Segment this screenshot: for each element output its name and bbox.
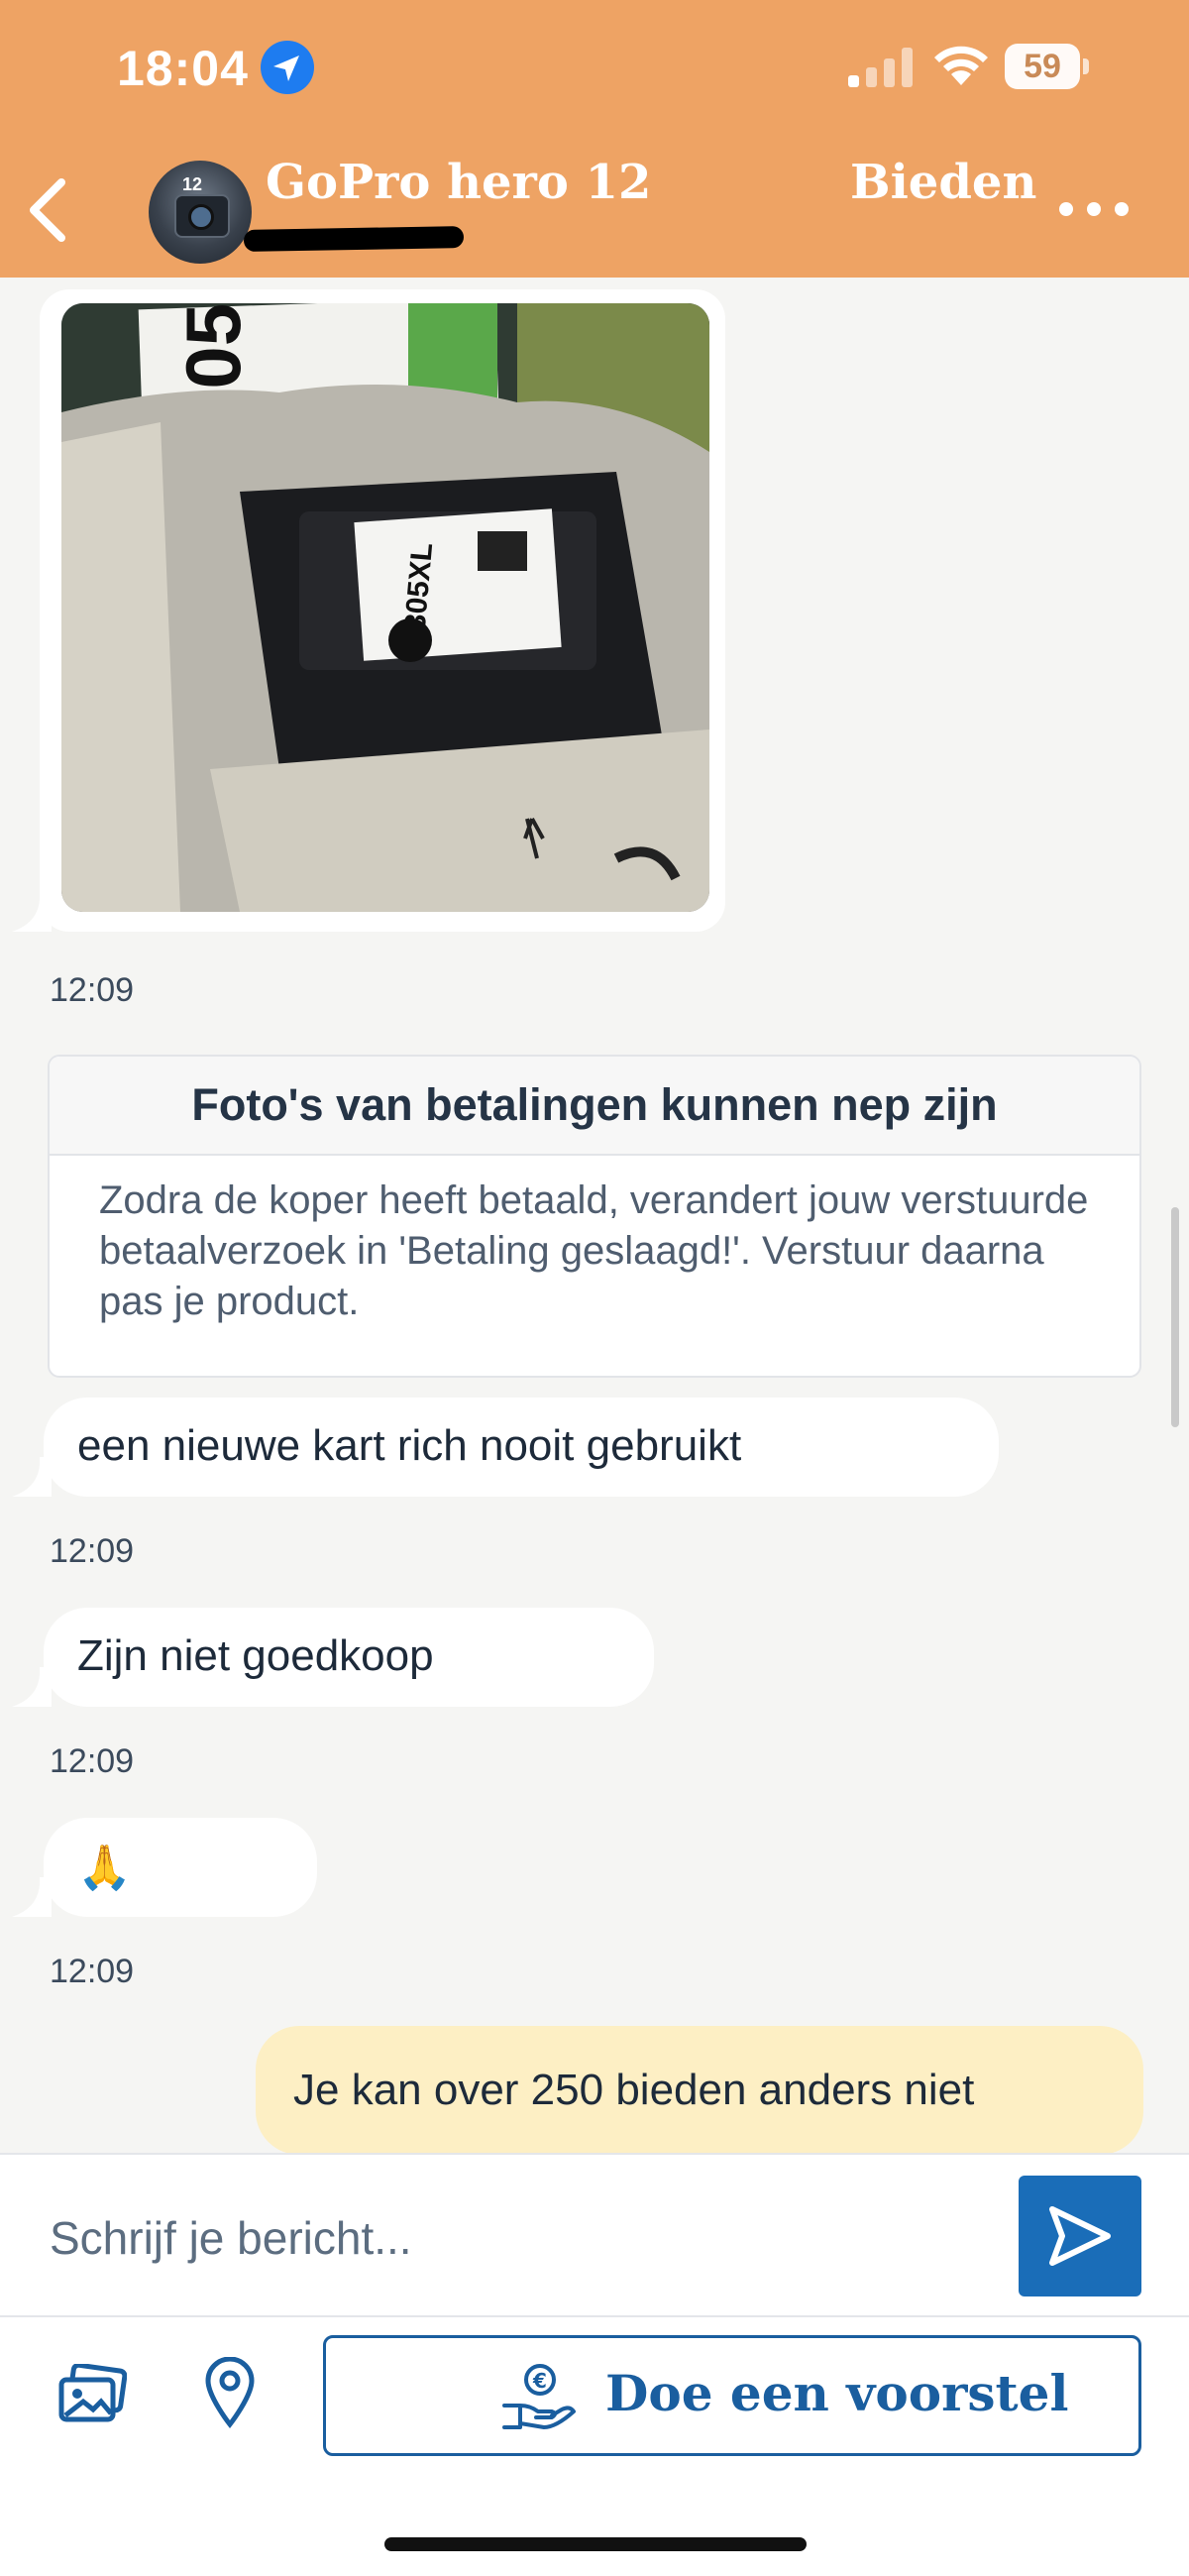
more-options-icon[interactable] <box>1054 194 1134 224</box>
bubble-tail <box>12 892 52 932</box>
battery-tip <box>1083 58 1089 74</box>
payment-warning-card: Foto's van betalingen kunnen nep zijn Zo… <box>48 1055 1141 1378</box>
avatar[interactable]: 12 <box>149 161 252 264</box>
own-message-text: Je kan over 250 bieden anders niet <box>293 2066 975 2114</box>
battery-indicator: 59 <box>1005 44 1090 89</box>
gallery-icon[interactable] <box>57 2364 127 2425</box>
message-input[interactable] <box>48 2192 983 2284</box>
own-message-bubble: Je kan over 250 bieden anders niet <box>256 2026 1143 2155</box>
message-time: 12:09 <box>50 1532 135 1570</box>
message-photo[interactable]: 305 305XL <box>61 303 709 912</box>
make-offer-button[interactable]: € Doe een voorstel <box>323 2335 1141 2456</box>
bubble-tail <box>12 1877 52 1917</box>
hp-cartridge-photo: 305 305XL <box>61 303 709 912</box>
home-indicator[interactable] <box>384 2537 807 2551</box>
scrollbar[interactable] <box>1171 1207 1179 1427</box>
message-emoji: 🙏 <box>77 1844 132 1892</box>
warning-title: Foto's van betalingen kunnen nep zijn <box>50 1057 1139 1156</box>
battery-level: 59 <box>1005 44 1080 89</box>
warning-body: Zodra de koper heeft betaald, verandert … <box>99 1178 1089 1323</box>
location-pin-icon[interactable] <box>204 2357 256 2428</box>
message-text: Zijn niet goedkoop <box>77 1631 434 1680</box>
bubble-tail <box>12 1457 52 1497</box>
avatar-badge: 12 <box>182 174 203 194</box>
back-chevron-icon[interactable] <box>22 176 73 244</box>
chat-title[interactable]: GoPro hero 12 <box>266 155 651 210</box>
bid-button[interactable]: Bieden <box>850 155 1036 210</box>
redacted-username <box>243 226 465 252</box>
cellular-signal-icon <box>848 48 913 87</box>
send-button[interactable] <box>1019 2176 1141 2296</box>
send-icon <box>1049 2206 1111 2266</box>
message-bubble: 🙏 <box>44 1818 317 1917</box>
location-services-icon <box>261 41 314 94</box>
message-bubble: Zijn niet goedkoop <box>44 1608 654 1707</box>
message-time: 12:09 <box>50 971 135 1009</box>
make-offer-label: Doe een voorstel <box>605 2364 1069 2422</box>
wifi-icon <box>934 46 988 85</box>
svg-text:€: € <box>532 2369 547 2393</box>
bubble-tail <box>12 1667 52 1707</box>
message-time: 12:09 <box>50 1953 135 1990</box>
camera-icon <box>174 194 230 238</box>
composer-divider <box>0 2315 1189 2317</box>
message-text: een nieuwe kart rich nooit gebruikt <box>77 1421 742 1470</box>
euro-hand-icon: € <box>502 2364 576 2429</box>
message-time: 12:09 <box>50 1742 135 1780</box>
message-bubble: een nieuwe kart rich nooit gebruikt <box>44 1398 999 1497</box>
chat-header: 18:04 59 12 GoPro hero 12 Bieden <box>0 0 1189 278</box>
status-time: 18:04 <box>117 41 249 96</box>
